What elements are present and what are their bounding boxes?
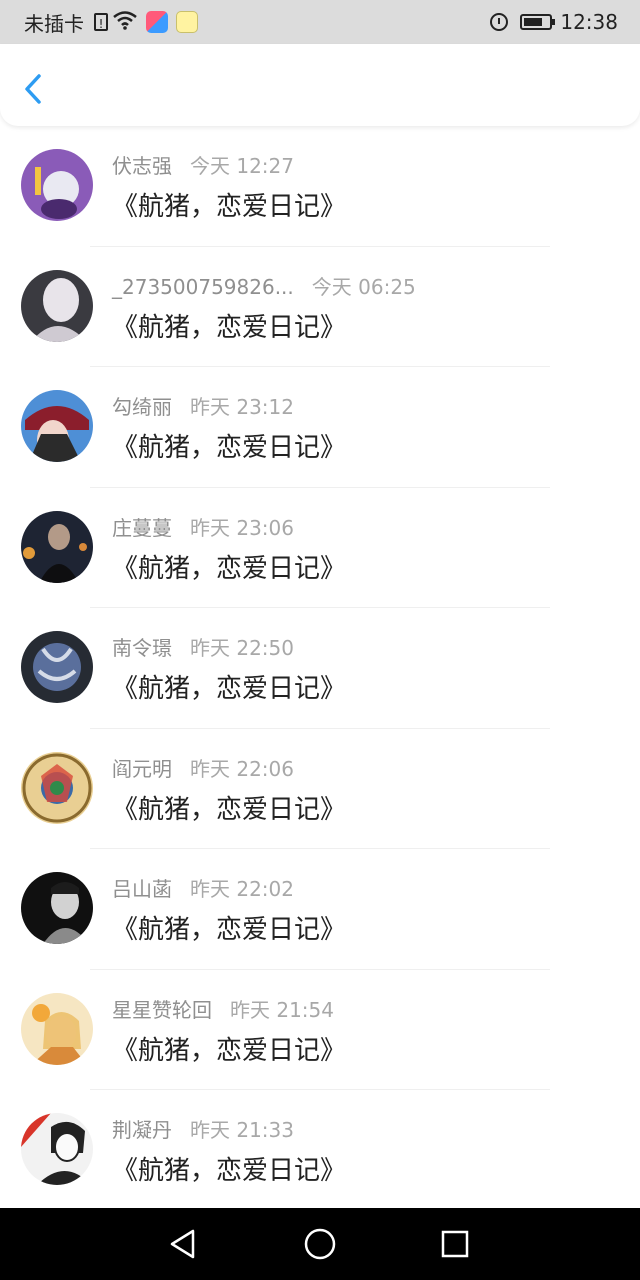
message-time: 昨天 21:54	[230, 997, 334, 1022]
navigation-bar	[0, 1208, 640, 1280]
message-time: 昨天 22:50	[190, 636, 294, 660]
message-text: 《航猪，恋爱日记》	[112, 553, 347, 584]
list-item[interactable]: 庄蔓蔓 昨天 23:06 《航猪，恋爱日记》	[0, 488, 640, 608]
recents-square-icon	[441, 1230, 469, 1258]
message-meta: _273500759826... 今天 06:25	[112, 271, 416, 300]
message-text: 《航猪，恋爱日记》	[112, 433, 347, 463]
message-meta: 荆凝丹 昨天 21:33	[112, 1114, 294, 1143]
alarm-icon	[490, 13, 509, 31]
sender-name[interactable]: 庄蔓蔓	[112, 516, 172, 540]
list-item[interactable]: 勾绮丽 昨天 23:12 《航猪，恋爱日记》	[0, 367, 640, 488]
message-time: 今天 06:25	[311, 274, 416, 299]
sender-name[interactable]: 阎元明	[112, 757, 172, 781]
message-time: 昨天 22:06	[190, 756, 294, 781]
app-lemon-icon	[176, 11, 198, 33]
sender-name[interactable]: 南令璟	[112, 636, 172, 660]
carrier-label: 未插卡	[24, 11, 84, 36]
status-right: 12:38	[490, 0, 618, 44]
message-time: 昨天 21:33	[190, 1118, 294, 1142]
list-item[interactable]: _273500759826... 今天 06:25 《航猪，恋爱日记》	[0, 247, 640, 367]
status-bar: 未插卡 ! 12:38	[0, 0, 640, 44]
sender-name[interactable]: 星星赞轮回	[112, 998, 212, 1022]
sender-name[interactable]: _273500759826...	[112, 275, 294, 299]
message-time: 今天 12:27	[190, 154, 294, 178]
sender-name[interactable]: 吕山菡	[112, 877, 172, 901]
avatar	[21, 390, 93, 462]
message-text: 《航猪，恋爱日记》	[112, 674, 347, 704]
battery-icon	[520, 14, 556, 30]
sender-name[interactable]: 荆凝丹	[112, 1118, 172, 1142]
message-text: 《航猪，恋爱日记》	[112, 1035, 347, 1066]
message-time: 昨天 22:02	[190, 877, 294, 901]
message-text: 《航猪，恋爱日记》	[112, 1156, 347, 1186]
sender-name[interactable]: 伏志强	[112, 154, 172, 178]
list-item[interactable]: 星星赞轮回 昨天 21:54 《航猪，恋爱日记》	[0, 970, 640, 1090]
avatar	[21, 510, 93, 583]
avatar	[21, 872, 93, 944]
message-time: 昨天 23:06	[190, 515, 294, 540]
nav-recents-button[interactable]	[437, 1226, 473, 1262]
message-text: 《航猪，恋爱日记》	[112, 192, 347, 222]
list-item[interactable]: 荆凝丹 昨天 21:33 《航猪，恋爱日记》	[0, 1090, 640, 1211]
message-meta: 庄蔓蔓 昨天 23:06	[112, 512, 294, 541]
message-meta: 星星赞轮回 昨天 21:54	[112, 994, 334, 1023]
avatar	[21, 149, 93, 221]
message-text: 《航猪，恋爱日记》	[112, 312, 347, 343]
list-item[interactable]: 南令璟 昨天 22:50 《航猪，恋爱日记》	[0, 608, 640, 729]
back-triangle-icon	[170, 1229, 195, 1259]
message-meta: 阎元明 昨天 22:06	[112, 753, 294, 782]
nav-home-button[interactable]	[302, 1226, 338, 1262]
message-time: 昨天 23:12	[190, 395, 294, 419]
nav-back-button[interactable]	[166, 1226, 202, 1262]
list-item[interactable]: 伏志强 今天 12:27 《航猪，恋爱日记》	[0, 126, 640, 247]
list-item[interactable]: 阎元明 昨天 22:06 《航猪，恋爱日记》	[0, 729, 640, 849]
sender-name[interactable]: 勾绮丽	[112, 395, 172, 419]
header	[0, 44, 640, 126]
wifi-icon	[112, 10, 138, 35]
list-item[interactable]: 吕山菡 昨天 22:02 《航猪，恋爱日记》	[0, 849, 640, 970]
message-meta: 伏志强 今天 12:27	[112, 150, 294, 179]
avatar	[21, 992, 93, 1065]
home-circle-icon	[304, 1228, 336, 1260]
message-text: 《航猪，恋爱日记》	[112, 794, 347, 825]
sim-alert-icon: !	[94, 13, 108, 31]
status-left: 未插卡 !	[24, 0, 198, 44]
avatar	[21, 269, 93, 342]
message-meta: 吕山菡 昨天 22:02	[112, 873, 294, 902]
app-colorful-icon	[146, 11, 168, 33]
message-list: 伏志强 今天 12:27 《航猪，恋爱日记》 _273500759826... 今天…	[0, 126, 640, 1211]
avatar	[21, 631, 93, 703]
message-text: 《航猪，恋爱日记》	[112, 915, 347, 945]
back-button[interactable]	[18, 68, 52, 108]
avatar	[21, 751, 93, 824]
message-meta: 南令璟 昨天 22:50	[112, 632, 294, 661]
clock: 12:38	[560, 10, 618, 34]
avatar	[21, 1113, 93, 1185]
message-meta: 勾绮丽 昨天 23:12	[112, 391, 294, 420]
chevron-left-icon	[25, 74, 41, 104]
